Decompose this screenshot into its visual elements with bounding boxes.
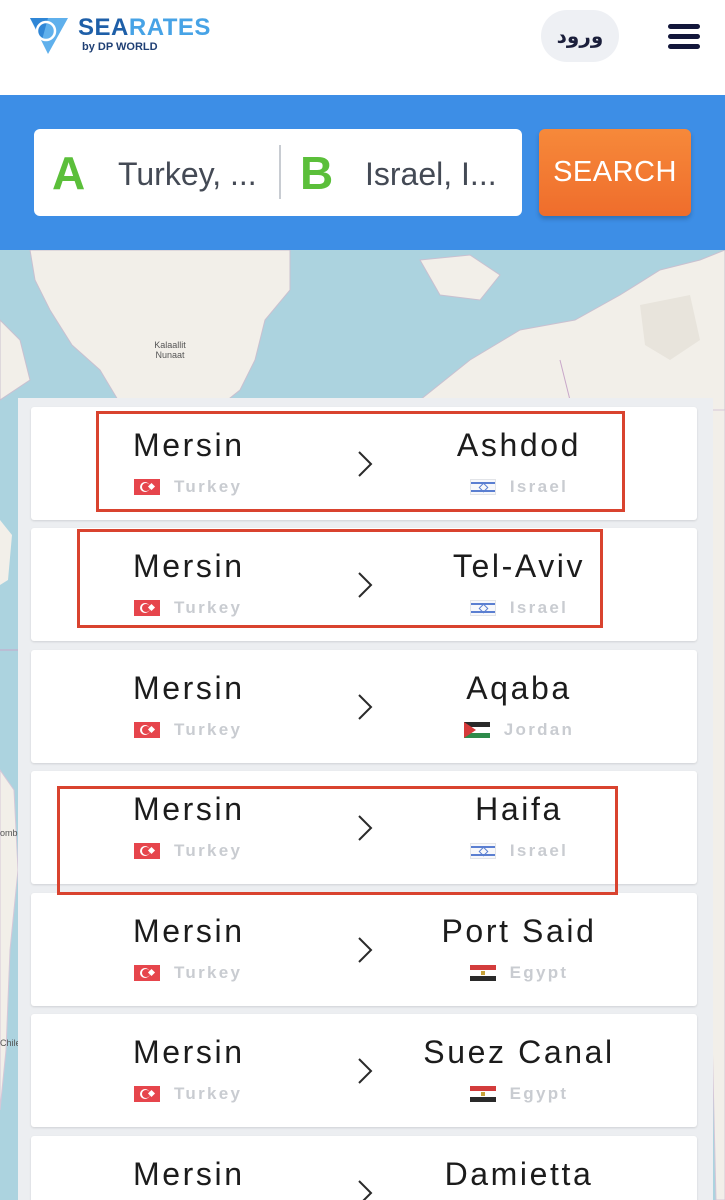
destination-port: Damietta: [444, 1156, 594, 1192]
map-label-colombia: omb: [0, 828, 18, 838]
destination-country-name: Egypt: [509, 963, 569, 982]
origin-country-name: Turkey: [174, 720, 243, 739]
jordan-flag-icon: [463, 722, 490, 738]
egypt-flag-icon: [469, 1086, 496, 1102]
destination-input[interactable]: Israel, I...: [365, 155, 505, 193]
destination-country-name: Egypt: [509, 1084, 569, 1103]
searates-logo[interactable]: SEARATES by DP WORLD: [28, 14, 211, 56]
chevron-right-icon: [358, 694, 373, 720]
destination-country: Egypt: [389, 964, 649, 982]
search-panel: A Turkey, ... B Israel, I... SEARCH: [0, 95, 725, 250]
brand-sea: SEA: [78, 14, 129, 41]
route-card[interactable]: Mersin Turkey Aqaba Jordan: [31, 650, 697, 763]
chevron-right-icon: [358, 1180, 373, 1200]
origin-marker: A: [52, 147, 86, 199]
origin-country: Turkey: [134, 1085, 242, 1103]
origin-country-name: Turkey: [174, 963, 243, 982]
brand-subtitle: by DP WORLD: [82, 41, 158, 53]
highlight-box-tel-aviv: [77, 529, 603, 628]
search-button[interactable]: SEARCH: [539, 129, 691, 216]
destination-marker: B: [300, 147, 334, 199]
origin-country: Turkey: [134, 721, 242, 739]
highlight-box-haifa: [57, 786, 618, 895]
turkey-flag-icon: [134, 1086, 160, 1102]
route-search-box: A Turkey, ... B Israel, I...: [34, 129, 522, 216]
origin-port: Mersin: [133, 913, 245, 949]
destination-port: Port Said: [441, 913, 597, 949]
origin-port: Mersin: [133, 1156, 245, 1192]
login-button[interactable]: ورود: [541, 10, 619, 62]
map-label-greenland: Kalaallit Nunaat: [154, 340, 186, 360]
destination-port: Suez Canal: [423, 1034, 615, 1070]
logo-text: SEARATES by DP WORLD: [78, 15, 211, 54]
destination-country-name: Jordan: [503, 720, 575, 739]
route-card[interactable]: Mersin Turkey Suez Canal Egypt: [31, 1014, 697, 1127]
hamburger-menu-icon[interactable]: [668, 24, 700, 50]
destination-country: Jordan: [389, 721, 649, 739]
brand-rates: RATES: [128, 14, 211, 41]
route-card[interactable]: Mersin Damietta: [31, 1136, 697, 1200]
header: SEARATES by DP WORLD ورود: [0, 0, 725, 95]
origin-country: Turkey: [134, 964, 242, 982]
origin-country-name: Turkey: [174, 1084, 243, 1103]
egypt-flag-icon: [469, 965, 496, 981]
highlight-box-ashdod: [96, 411, 625, 512]
turkey-flag-icon: [134, 965, 160, 981]
chevron-right-icon: [358, 937, 373, 963]
origin-port: Mersin: [133, 670, 245, 706]
logo-mark-icon: [30, 18, 68, 54]
origin-port: Mersin: [133, 1034, 245, 1070]
search-divider: [279, 145, 281, 199]
chevron-right-icon: [358, 1058, 373, 1084]
route-card[interactable]: Mersin Turkey Port Said Egypt: [31, 893, 697, 1006]
turkey-flag-icon: [134, 722, 160, 738]
destination-port: Aqaba: [466, 670, 572, 706]
brand-name: SEARATES: [78, 15, 211, 41]
origin-input[interactable]: Turkey, ...: [118, 155, 268, 193]
destination-country: Egypt: [389, 1085, 649, 1103]
